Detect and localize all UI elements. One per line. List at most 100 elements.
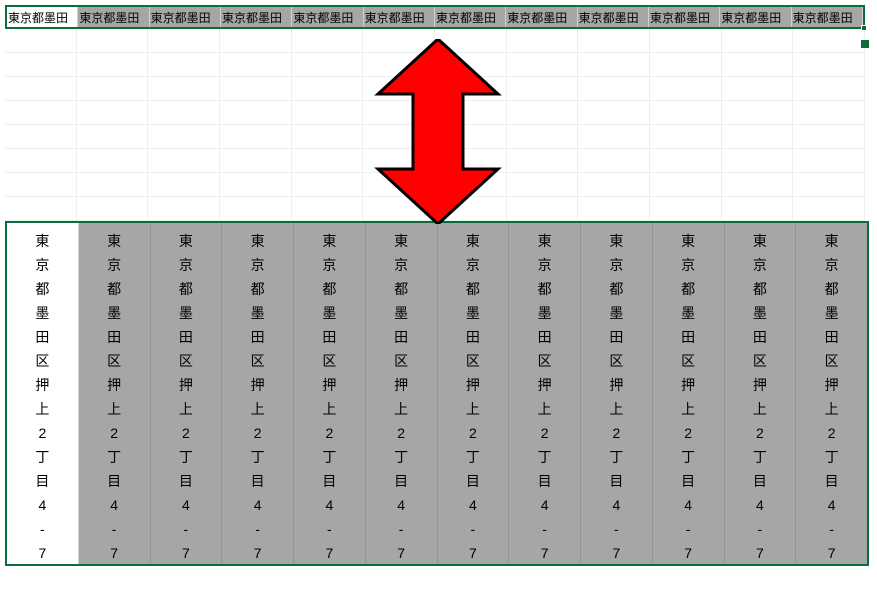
empty-cell[interactable] [650,29,722,53]
empty-cell[interactable] [722,77,794,101]
top-cell[interactable]: 東京都墨田 [78,7,149,27]
empty-cell[interactable] [77,53,149,77]
empty-cell[interactable] [578,125,650,149]
empty-cell[interactable] [507,101,579,125]
empty-cell[interactable] [793,149,865,173]
top-cell[interactable]: 東京都墨田 [720,7,791,27]
empty-cell[interactable] [507,125,579,149]
empty-cell[interactable] [77,173,149,197]
empty-cell[interactable] [793,173,865,197]
vertical-text-cell[interactable]: 東京都墨田区押上2丁目4-7 [79,223,151,564]
empty-cell[interactable] [650,173,722,197]
empty-cell[interactable] [292,53,364,77]
empty-cell[interactable] [363,173,435,197]
empty-cell[interactable] [77,197,149,221]
empty-cell[interactable] [507,53,579,77]
empty-cell[interactable] [77,101,149,125]
empty-cell[interactable] [793,197,865,221]
top-cell[interactable]: 東京都墨田 [792,7,863,27]
vertical-text-cell[interactable]: 東京都墨田区押上2丁目4-7 [653,223,725,564]
empty-cell[interactable] [578,173,650,197]
vertical-text-cell[interactable]: 東京都墨田区押上2丁目4-7 [509,223,581,564]
empty-cell[interactable] [220,29,292,53]
empty-cell[interactable] [793,53,865,77]
empty-cell[interactable] [292,101,364,125]
empty-cell[interactable] [507,197,579,221]
empty-cell[interactable] [507,173,579,197]
top-cell[interactable]: 東京都墨田 [7,7,78,27]
empty-cell[interactable] [292,149,364,173]
empty-cell[interactable] [363,197,435,221]
vertical-text-cell[interactable]: 東京都墨田区押上2丁目4-7 [438,223,510,564]
top-cell[interactable]: 東京都墨田 [292,7,363,27]
empty-cell[interactable] [578,197,650,221]
empty-cell[interactable] [220,77,292,101]
empty-cell[interactable] [722,53,794,77]
empty-cell[interactable] [5,173,77,197]
empty-cell[interactable] [507,77,579,101]
empty-cell[interactable] [220,197,292,221]
empty-cell[interactable] [5,101,77,125]
vertical-text-cell[interactable]: 東京都墨田区押上2丁目4-7 [581,223,653,564]
empty-cell[interactable] [363,125,435,149]
top-cell[interactable]: 東京都墨田 [221,7,292,27]
empty-cell[interactable] [578,29,650,53]
empty-cell[interactable] [578,53,650,77]
empty-cell[interactable] [650,77,722,101]
empty-cell[interactable] [5,149,77,173]
empty-cell[interactable] [650,197,722,221]
vertical-text-cell[interactable]: 東京都墨田区押上2丁目4-7 [366,223,438,564]
empty-cell[interactable] [722,125,794,149]
vertical-text-cell[interactable]: 東京都墨田区押上2丁目4-7 [7,223,79,564]
empty-cell[interactable] [578,77,650,101]
empty-cell[interactable] [435,149,507,173]
top-cell[interactable]: 東京都墨田 [506,7,577,27]
empty-cell[interactable] [507,29,579,53]
empty-cell[interactable] [435,77,507,101]
empty-cell[interactable] [5,53,77,77]
empty-cell[interactable] [722,101,794,125]
empty-cell[interactable] [435,53,507,77]
top-cell[interactable]: 東京都墨田 [150,7,221,27]
empty-cell[interactable] [650,125,722,149]
empty-cell[interactable] [148,125,220,149]
empty-cell[interactable] [363,77,435,101]
empty-cell[interactable] [793,29,865,53]
empty-cell[interactable] [220,173,292,197]
empty-cell[interactable] [77,77,149,101]
empty-cell[interactable] [650,149,722,173]
empty-cell[interactable] [148,29,220,53]
empty-cell[interactable] [722,173,794,197]
empty-cell[interactable] [148,101,220,125]
top-cell[interactable]: 東京都墨田 [578,7,649,27]
empty-cell[interactable] [507,149,579,173]
empty-cell[interactable] [435,101,507,125]
empty-cell[interactable] [5,77,77,101]
vertical-text-cell[interactable]: 東京都墨田区押上2丁目4-7 [294,223,366,564]
top-cell[interactable]: 東京都墨田 [649,7,720,27]
empty-cell[interactable] [148,197,220,221]
empty-cell[interactable] [292,173,364,197]
empty-cell[interactable] [363,149,435,173]
empty-cell[interactable] [435,173,507,197]
empty-cell[interactable] [793,77,865,101]
vertical-text-cell[interactable]: 東京都墨田区押上2丁目4-7 [151,223,223,564]
empty-cell[interactable] [363,101,435,125]
empty-cell[interactable] [5,125,77,149]
top-cell[interactable]: 東京都墨田 [435,7,506,27]
vertical-text-cell[interactable]: 東京都墨田区押上2丁目4-7 [222,223,294,564]
empty-cell[interactable] [5,197,77,221]
empty-cell[interactable] [292,29,364,53]
empty-cell[interactable] [435,29,507,53]
empty-cell[interactable] [77,29,149,53]
empty-cell[interactable] [578,149,650,173]
empty-cell[interactable] [220,101,292,125]
selection-fill-handle[interactable] [861,25,867,31]
vertical-text-cell[interactable]: 東京都墨田区押上2丁目4-7 [725,223,797,564]
top-right-handle[interactable] [861,40,869,48]
empty-cell[interactable] [5,29,77,53]
empty-cell[interactable] [77,125,149,149]
empty-cell[interactable] [220,53,292,77]
empty-cell[interactable] [220,149,292,173]
empty-cell[interactable] [435,197,507,221]
